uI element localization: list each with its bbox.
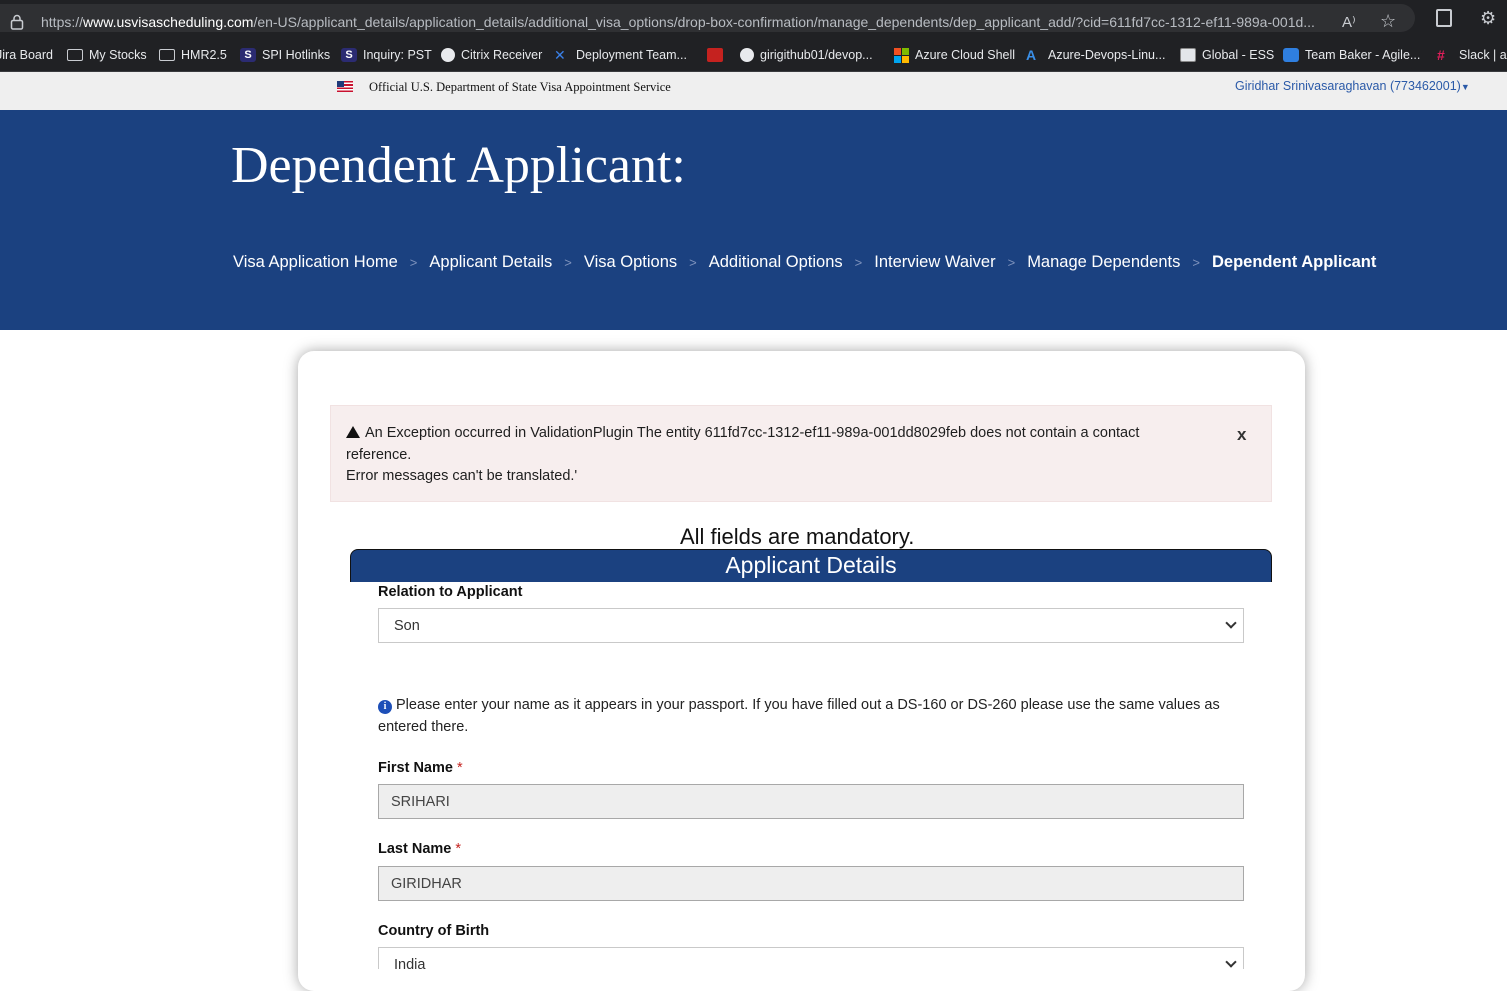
warning-icon — [346, 426, 360, 438]
teams-icon — [1283, 48, 1299, 62]
first-name-label: First Name * — [378, 760, 463, 776]
breadcrumb-separator: > — [1192, 255, 1200, 270]
alert-line-2: Error messages can't be translated.' — [346, 468, 578, 484]
citrix-icon — [441, 48, 455, 62]
info-icon: i — [378, 700, 392, 714]
official-service-text: Official U.S. Department of State Visa A… — [369, 80, 671, 94]
relation-select[interactable]: Son — [378, 608, 1244, 643]
breadcrumb-separator: > — [1007, 255, 1016, 270]
bookmark-team-baker[interactable]: Team Baker - Agile... — [1283, 46, 1420, 64]
breadcrumb-dependent-applicant: Dependent Applicant — [1211, 253, 1377, 271]
user-name: Giridhar Srinivasaraghavan (773462001) — [1235, 79, 1461, 93]
microsoft-icon — [894, 47, 909, 63]
github-icon — [740, 48, 754, 62]
breadcrumb-additional-options[interactable]: Additional Options — [709, 253, 843, 272]
page-header — [0, 110, 1507, 330]
breadcrumb-interview-waiver[interactable]: Interview Waiver — [874, 253, 995, 272]
hint-text: Please enter your name as it appears in … — [378, 697, 1220, 735]
breadcrumb-applicant-details[interactable]: Applicant Details — [429, 253, 552, 272]
breadcrumb-separator: > — [409, 255, 418, 270]
bookmark-github[interactable]: girigithub01/devop... — [740, 46, 873, 64]
bookmark-global-ess[interactable]: Global - ESS — [1180, 46, 1274, 64]
breadcrumb-visa-options[interactable]: Visa Options — [584, 253, 677, 272]
country-of-birth-label: Country of Birth — [378, 923, 490, 939]
chevron-down-icon — [1225, 617, 1237, 629]
error-alert: An Exception occurred in ValidationPlugi… — [330, 405, 1272, 502]
folder-icon — [159, 49, 175, 61]
breadcrumb-separator: > — [854, 255, 863, 270]
bookmarks-bar: Jira Board My Stocks HMR2.5 S SPI Hotlink… — [0, 36, 1507, 72]
required-mark: * — [455, 841, 462, 857]
relation-label: Relation to Applicant — [378, 584, 523, 600]
passport-name-hint: i Please enter your name as it appears in… — [378, 695, 1248, 738]
bookmark-jira-board[interactable]: Jira Board — [0, 46, 53, 64]
bookmark-spi-hotlinks[interactable]: S SPI Hotlinks — [240, 46, 330, 64]
bookmark-slack[interactable]: #Slack | ale — [1437, 46, 1507, 64]
breadcrumb-separator: > — [564, 255, 572, 270]
collections-icon[interactable] — [1436, 9, 1452, 27]
bookmark-deployment-team[interactable]: ✕ Deployment Team... — [554, 46, 687, 64]
section-title: Applicant Details — [725, 552, 897, 578]
url-text: https://www.usvisascheduling.com/en-US/a… — [41, 14, 1315, 30]
chevron-down-icon — [1225, 956, 1237, 968]
alert-close-button[interactable]: x — [1237, 425, 1246, 445]
us-flag-icon — [337, 81, 353, 92]
url-field[interactable]: https://www.usvisascheduling.com/en-US/a… — [0, 4, 1415, 32]
page-title: Dependent Applicant: — [231, 137, 686, 194]
user-menu[interactable]: Giridhar Srinivasaraghavan (773462001)▼ — [1235, 79, 1470, 93]
bookmark-azure-devops[interactable]: A Azure-Devops-Linu... — [1026, 46, 1165, 64]
read-aloud-icon[interactable]: A⁾ — [1342, 13, 1356, 31]
pdf-icon — [707, 48, 723, 62]
country-of-birth-select[interactable]: India — [378, 947, 1244, 973]
alert-message: An Exception occurred in ValidationPlugi… — [346, 423, 1186, 488]
first-name-field[interactable]: SRIHARI — [378, 784, 1244, 819]
bookmark-inquiry-pst[interactable]: S Inquiry: PST — [341, 46, 432, 64]
browser-address-bar: https://www.usvisascheduling.com/en-US/a… — [0, 0, 1507, 36]
slack-icon: # — [1437, 47, 1445, 63]
required-mark: * — [456, 760, 463, 776]
folder-icon — [67, 49, 83, 61]
last-name-field[interactable]: GIRIDHAR — [378, 866, 1244, 901]
s-icon: S — [341, 48, 357, 62]
country-selected-value: India — [394, 957, 426, 973]
global-icon — [1180, 48, 1196, 62]
bookmark-hmr[interactable]: HMR2.5 — [159, 46, 227, 64]
azure-icon: A — [1026, 47, 1037, 63]
alert-line-1: An Exception occurred in ValidationPlugi… — [346, 425, 1140, 463]
relation-selected-value: Son — [394, 618, 420, 634]
bookmark-pdf[interactable] — [707, 46, 723, 64]
extensions-icon[interactable]: ⚙ — [1480, 8, 1496, 29]
bookmark-citrix-receiver[interactable]: Citrix Receiver — [441, 46, 542, 64]
deployment-icon: ✕ — [554, 47, 566, 63]
caret-down-icon: ▼ — [1460, 82, 1470, 92]
s-icon: S — [240, 48, 256, 62]
bookmark-my-stocks[interactable]: My Stocks — [67, 46, 147, 64]
favorite-star-icon[interactable]: ☆ — [1380, 11, 1396, 32]
section-header: Applicant Details — [350, 549, 1272, 582]
breadcrumb-separator: > — [689, 255, 697, 270]
breadcrumb-visa-application-home[interactable]: Visa Application Home — [233, 253, 398, 272]
breadcrumb-manage-dependents[interactable]: Manage Dependents — [1027, 253, 1180, 272]
mandatory-note: All fields are mandatory. — [680, 524, 915, 549]
lock-icon — [10, 14, 24, 30]
bookmark-azure-cloud-shell[interactable]: Azure Cloud Shell — [894, 46, 1015, 64]
last-name-label: Last Name * — [378, 841, 462, 857]
breadcrumb: Visa Application Home > Applicant Detail… — [233, 253, 1376, 272]
